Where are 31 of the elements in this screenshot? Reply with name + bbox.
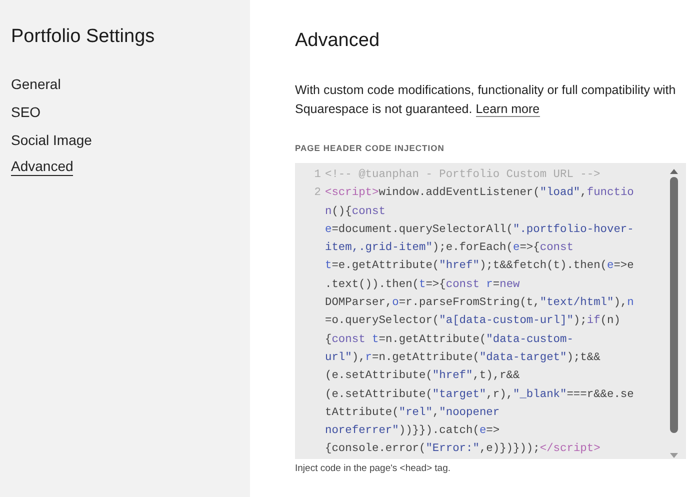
- scroll-up-icon[interactable]: [670, 169, 678, 174]
- code-line: noreferrer"))}}).catch(e=>: [325, 424, 500, 440]
- notice-text: With custom code modifications, functionality or full compatibility with Squarespace is not guaranteed. Learn more: [295, 82, 677, 119]
- code-line: =o.querySelector("a[data-custom-url]");if(n): [325, 314, 620, 330]
- code-line: (e.setAttribute("href",t),r&&: [325, 368, 520, 384]
- field-label: PAGE HEADER CODE INJECTION: [295, 143, 446, 153]
- field-hint: Inject code in the page's <head> tag.: [295, 463, 452, 474]
- code-line: {const t=n.getAttribute("data-custom-: [325, 332, 574, 348]
- sidebar-title: Portfolio Settings: [11, 25, 156, 49]
- code-line: n(){const: [325, 204, 386, 220]
- code-line: <!-- @tuanphan - Portfolio Custom URL -->: [325, 168, 600, 183]
- sidebar-item[interactable]: Advanced: [11, 158, 74, 176]
- learn-more-link[interactable]: Learn more: [476, 102, 540, 117]
- code-line: url"),r=n.getAttribute("data-target");t&&: [325, 350, 600, 366]
- code-line: DOMParser,o=r.parseFromString(t,"text/html"),n: [325, 296, 634, 312]
- sidebar-item[interactable]: General: [11, 74, 61, 94]
- sidebar-item[interactable]: SEO: [11, 102, 41, 122]
- code-editor[interactable]: [295, 163, 686, 459]
- code-line: .text()).then(t=>{const r=new: [325, 278, 520, 293]
- code-line: tAttribute("rel","noopener: [325, 406, 500, 421]
- scrollbar-thumb[interactable]: [670, 177, 678, 433]
- sidebar-item[interactable]: Social Image: [11, 130, 92, 150]
- code-line: (e.setAttribute("target",r),"_blank"===r&&e.se: [325, 388, 634, 403]
- code-line: e=document.querySelectorAll(".portfolio-hover-: [325, 222, 634, 238]
- code-line: t=e.getAttribute("href");t&&fetch(t).then(e=>e: [325, 258, 634, 274]
- line-number: 1: [313, 168, 322, 183]
- code-line: item,.grid-item");e.forEach(e=>{const: [325, 240, 574, 256]
- code-line: {console.error("Error:",e)})}));</script>: [325, 442, 600, 458]
- code-line: <script>window.addEventListener("load",functio: [325, 186, 634, 202]
- page-heading: Advanced: [295, 29, 381, 53]
- line-number: 2: [313, 186, 322, 202]
